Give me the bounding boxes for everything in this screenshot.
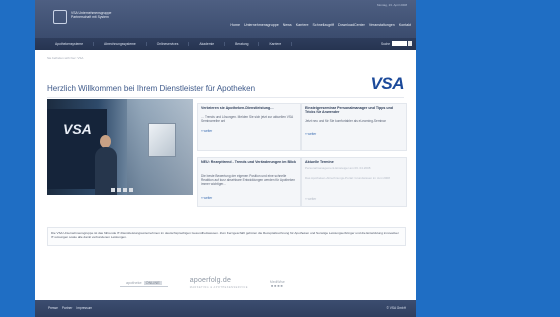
nav-beratung[interactable]: Beratung (225, 42, 260, 46)
event-item[interactable]: Das Apotheken-Abrechnungs-Portal: Grundw… (305, 176, 403, 181)
top-navigation: Home Unternehmensgruppe News Karriere Sc… (230, 23, 411, 27)
vsa-brand-logo: VSA (370, 74, 405, 93)
teaser-rezepttrend: NEU: Rezepttrend - Trends und Veränderun… (197, 157, 301, 207)
topnav-downloadcenter[interactable]: DownloadCenter (338, 23, 365, 27)
nav-onlineservices[interactable]: Onlineservices (147, 42, 190, 46)
hero-pager-dot[interactable] (123, 188, 127, 192)
footer-copyright: © VSA GmbH (386, 306, 406, 310)
partner-apoerfolg-label: apoerfolg.de (189, 277, 232, 284)
page-title: Herzlich Willkommen bei Ihrem Dienstleis… (47, 84, 256, 93)
hero-cube-graphic (148, 123, 176, 157)
event-item[interactable]: Personalmanagement-Einsteiger am 06. 04.… (305, 166, 403, 171)
logo-line-2: Partnerschaft mit System (71, 15, 109, 20)
hero-pager-dot[interactable] (129, 188, 133, 192)
topnav-unternehmensgruppe[interactable]: Unternehmensgruppe (244, 23, 279, 27)
events-more-link[interactable]: weiter (305, 197, 317, 201)
teaser-text: Jetzt neu und für Sie komfortabler als e… (305, 119, 386, 123)
hero-image: VSA (47, 99, 193, 195)
hero-pager-dot[interactable] (117, 188, 121, 192)
partner-apoerfolg-sub: MARKETING & APOTHEKENSERVICE (189, 286, 248, 289)
footer-link-impressum[interactable]: Impressum (76, 306, 92, 310)
site-footer: Presse Partner Impressum © VSA GmbH (35, 300, 416, 317)
company-info-text: Die VSA Unternehmensgruppe ist das führe… (51, 231, 399, 239)
site-header: VSA Unternehmensgruppe Partnerschaft mit… (35, 0, 416, 38)
main-navigation: Apothekensysteme Abrechnungssysteme Onli… (35, 38, 416, 50)
topnav-karriere[interactable]: Karriere (296, 23, 309, 27)
footer-link-partner[interactable]: Partner (62, 306, 72, 310)
site-logo-text[interactable]: VSA Unternehmensgruppe Partnerschaft mit… (71, 11, 141, 19)
browser-page: VSA Unternehmensgruppe Partnerschaft mit… (35, 0, 416, 317)
topnav-news[interactable]: News (283, 23, 292, 27)
current-date: Montag, 23. April 2008 (376, 3, 407, 7)
teaser-text: Die beste Bewertung der eigenen Position… (201, 174, 296, 186)
teaser-more-link[interactable]: weiter (201, 196, 213, 200)
partner-apoerfolg-logo[interactable]: apoerfolg.de MARKETING & APOTHEKENSERVICE (190, 277, 248, 291)
footer-link-presse[interactable]: Presse (48, 306, 58, 310)
search-submit-button[interactable] (408, 41, 412, 46)
hero-pager (111, 188, 133, 192)
nav-akademie[interactable]: Akademie (189, 42, 226, 46)
teaser-more-link[interactable]: weiter (201, 129, 213, 133)
hero-vsa-sign: VSA (63, 121, 92, 137)
hero-pager-dot[interactable] (111, 188, 115, 192)
topnav-home[interactable]: Home (230, 23, 240, 27)
breadcrumb: Sie befinden sich hier: VSA (47, 56, 84, 60)
search-input[interactable] (392, 41, 407, 46)
partner-logos: apotheke ONLINE apoerfolg.de MARKETING & A… (120, 277, 285, 291)
nav-karriere[interactable]: Karriere (259, 42, 293, 46)
teaser-text: … Trends und Lösungen. Melden Sie sich j… (201, 115, 293, 123)
topnav-schnellzugriff[interactable]: Schnellzugriff (313, 23, 335, 27)
vsa-logo-icon[interactable] (53, 10, 67, 24)
search-label: Suche (380, 42, 390, 46)
events-title: Aktuelle Termine (305, 160, 334, 164)
partner-apotheke-label: apotheke (126, 281, 142, 285)
teaser-title[interactable]: Einsteigerseminar Personalmanager und Ti… (305, 106, 403, 115)
partner-apotheke-online-logo[interactable]: apotheke ONLINE (120, 281, 168, 287)
company-info-box: Die VSA Unternehmensgruppe ist das führe… (47, 227, 406, 246)
nav-abrechnungssysteme[interactable]: Abrechnungssysteme (94, 42, 147, 46)
partner-mediwise-logo[interactable]: MediWise ■■■■ (270, 280, 285, 288)
teaser-einsteigerseminar: Einsteigerseminar Personalmanager und Ti… (301, 103, 407, 151)
divider (47, 97, 404, 98)
teaser-seminarreihe: Verbrieren sie Apotheken-Dienstleistung…… (197, 103, 301, 151)
partner-online-label: ONLINE (143, 281, 162, 285)
teaser-title[interactable]: Verbrieren sie Apotheken-Dienstleistung… (201, 106, 297, 110)
topnav-kontakt[interactable]: Kontakt (399, 23, 411, 27)
teaser-more-link[interactable]: weiter (305, 132, 317, 136)
events-box: Aktuelle Termine Personalmanagement-Eins… (301, 157, 407, 207)
topnav-veranstaltungen[interactable]: Veranstaltungen (369, 23, 395, 27)
nav-apothekensysteme[interactable]: Apothekensysteme (45, 42, 95, 46)
footer-links: Presse Partner Impressum (48, 306, 92, 310)
partner-mediwise-sub: ■■■■ (271, 284, 284, 288)
teaser-title[interactable]: NEU: Rezepttrend - Trends und Veränderun… (201, 160, 297, 164)
